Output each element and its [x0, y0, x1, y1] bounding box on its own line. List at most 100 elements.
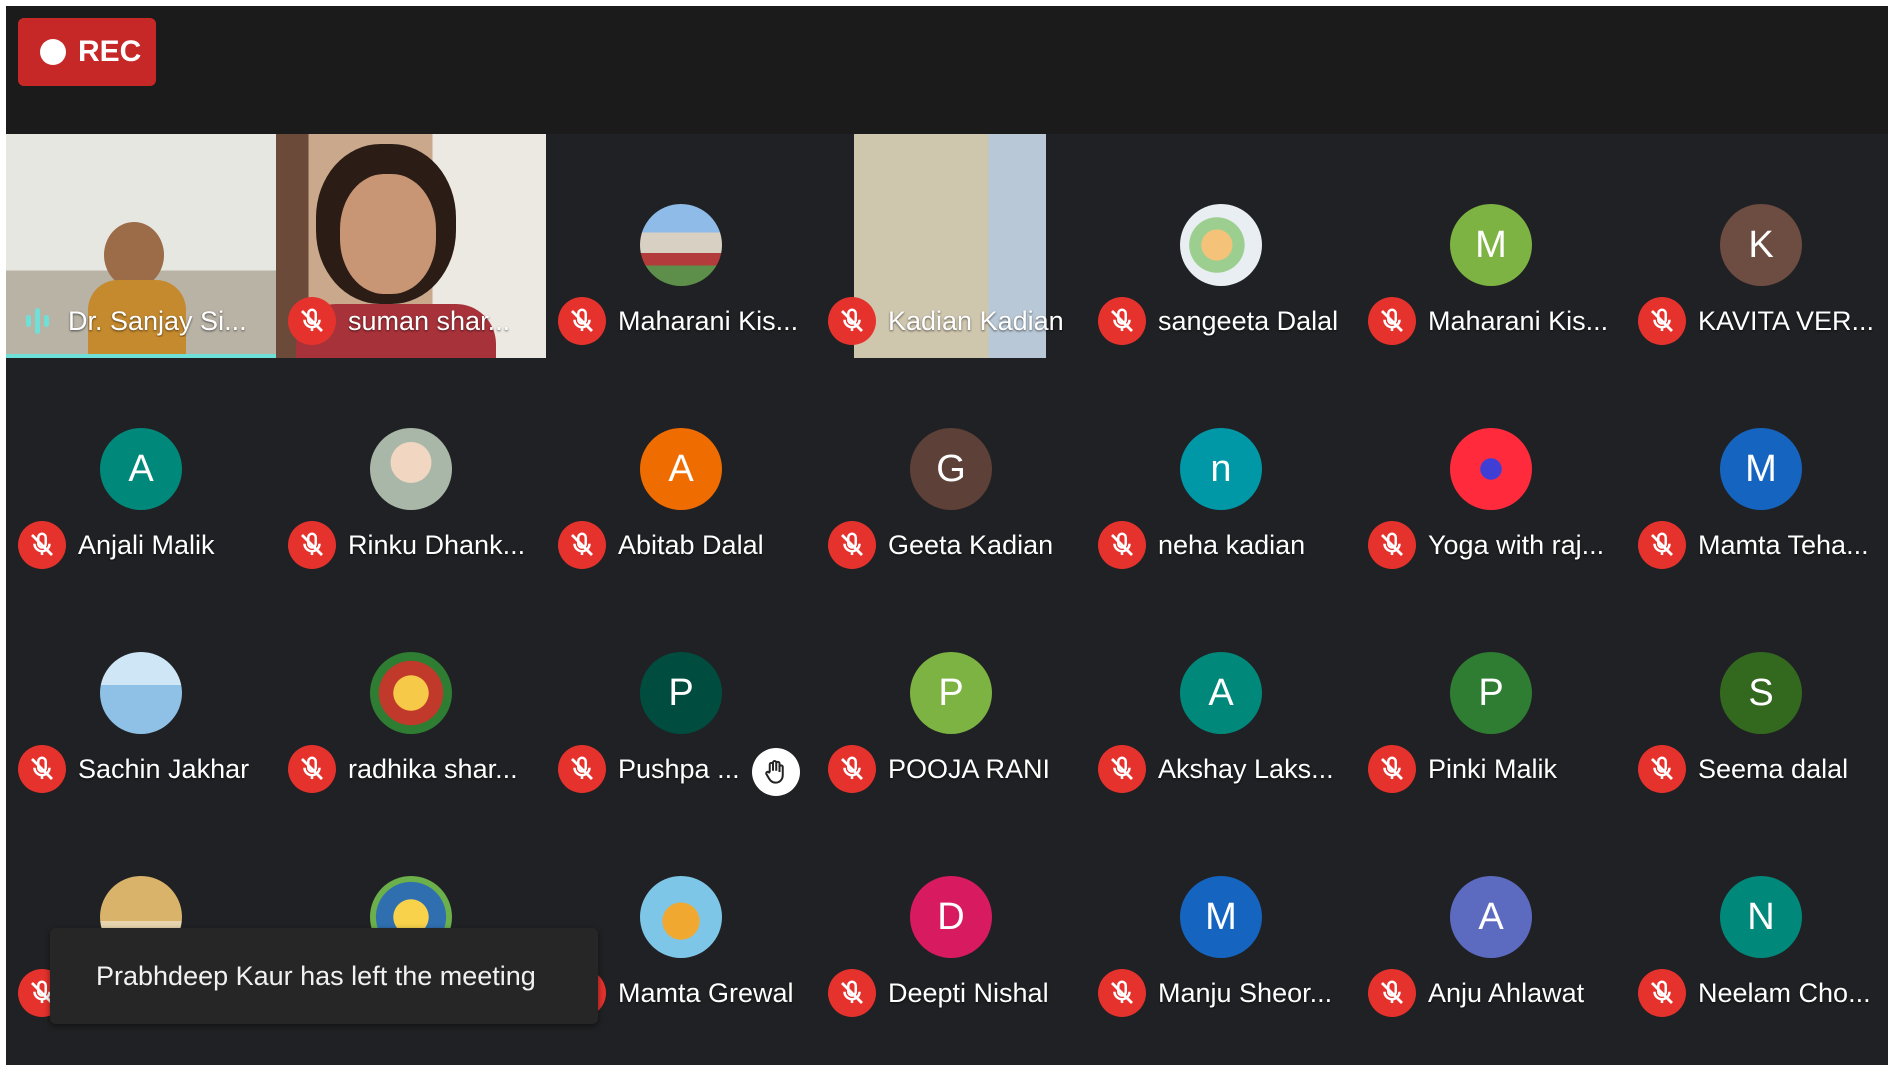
participant-tile[interactable]: M Mamta Teha...	[1626, 358, 1888, 582]
avatar: M	[1720, 428, 1802, 510]
mic-off-icon	[288, 297, 336, 345]
participant-name: KAVITA VER...	[1698, 305, 1875, 336]
participant-tile[interactable]: P POOJA RANI	[816, 582, 1086, 806]
mic-off-icon	[558, 521, 606, 569]
mic-off-icon	[828, 521, 876, 569]
participant-tile[interactable]: A Anjali Malik	[6, 358, 276, 582]
participant-name: Maharani Kis...	[1428, 305, 1609, 336]
participant-tile[interactable]: Sachin Jakhar	[6, 582, 276, 806]
participant-tile[interactable]: Yoga with raj...	[1356, 358, 1626, 582]
mic-off-icon	[1098, 969, 1146, 1017]
mic-off-icon	[18, 745, 66, 793]
participant-name: Maharani Kis...	[618, 305, 799, 336]
avatar	[100, 652, 182, 734]
participant-label: neha kadian	[1098, 520, 1354, 570]
participant-label: Maharani Kis...	[558, 296, 814, 346]
avatar: A	[640, 428, 722, 510]
participant-tile[interactable]: G Geeta Kadian	[816, 358, 1086, 582]
participant-label: Neelam Cho...	[1638, 968, 1888, 1018]
participant-label: Anju Ahlawat	[1368, 968, 1624, 1018]
mic-off-icon	[288, 745, 336, 793]
avatar: M	[1450, 204, 1532, 286]
participant-name: neha kadian	[1158, 529, 1306, 560]
mic-off-icon	[1368, 745, 1416, 793]
participant-tile[interactable]: P Pinki Malik	[1356, 582, 1626, 806]
participant-tile[interactable]: A Anju Ahlawat	[1356, 806, 1626, 1030]
participant-tile[interactable]: Kadian Kadian	[816, 134, 1086, 358]
participant-name: Mamta Grewal	[618, 977, 794, 1008]
avatar: G	[910, 428, 992, 510]
avatar: K	[1720, 204, 1802, 286]
participant-name: Sachin Jakhar	[78, 753, 250, 784]
recording-indicator: REC	[18, 18, 156, 86]
participant-tile[interactable]: Dr. Sanjay Si...	[6, 134, 276, 358]
participant-name: Pinki Malik	[1428, 753, 1558, 784]
participant-tile[interactable]: M Manju Sheor...	[1086, 806, 1356, 1030]
meeting-window: REC Dr. Sanjay Si... suman shar... Maharan…	[6, 6, 1888, 1065]
participant-tile[interactable]: suman shar...	[276, 134, 546, 358]
participant-label: Geeta Kadian	[828, 520, 1084, 570]
participant-tile[interactable]: D Deepti Nishal	[816, 806, 1086, 1030]
participant-name: Anju Ahlawat	[1428, 977, 1585, 1008]
participant-name: Dr. Sanjay Si...	[68, 305, 247, 336]
mic-off-icon	[1368, 297, 1416, 345]
avatar	[370, 652, 452, 734]
participant-label: Rinku Dhank...	[288, 520, 544, 570]
participant-name: Manju Sheor...	[1158, 977, 1333, 1008]
participant-name: Kadian Kadian	[888, 305, 1064, 336]
record-dot-icon	[40, 39, 66, 65]
participant-tile[interactable]: S Seema dalal	[1626, 582, 1888, 806]
participant-label: Yoga with raj...	[1368, 520, 1624, 570]
mic-off-icon	[1638, 745, 1686, 793]
participant-tile[interactable]: A Abitab Dalal	[546, 358, 816, 582]
participant-tile[interactable]: radhika shar...	[276, 582, 546, 806]
participant-label: Deepti Nishal	[828, 968, 1084, 1018]
participant-name: Anjali Malik	[78, 529, 215, 560]
mic-off-icon	[828, 297, 876, 345]
participant-label: POOJA RANI	[828, 744, 1084, 794]
participant-label: Akshay Laks...	[1098, 744, 1354, 794]
notification-toast: Prabhdeep Kaur has left the meeting	[50, 928, 598, 1024]
participant-tile[interactable]: n neha kadian	[1086, 358, 1356, 582]
participant-name: Akshay Laks...	[1158, 753, 1334, 784]
avatar: N	[1720, 876, 1802, 958]
avatar: P	[1450, 652, 1532, 734]
mic-off-icon	[1638, 521, 1686, 569]
avatar	[370, 428, 452, 510]
participant-tile[interactable]: Rinku Dhank...	[276, 358, 546, 582]
participant-tile[interactable]: P Pushpa ...	[546, 582, 816, 806]
avatar: A	[100, 428, 182, 510]
mic-off-icon	[828, 745, 876, 793]
participant-tile[interactable]: M Maharani Kis...	[1356, 134, 1626, 358]
participant-label: suman shar...	[288, 296, 544, 346]
participant-name: Deepti Nishal	[888, 977, 1049, 1008]
participant-name: Seema dalal	[1698, 753, 1849, 784]
participant-label: sangeeta Dalal	[1098, 296, 1354, 346]
participant-label: Pinki Malik	[1368, 744, 1624, 794]
participant-label: Maharani Kis...	[1368, 296, 1624, 346]
toast-message: Prabhdeep Kaur has left the meeting	[96, 960, 536, 991]
participant-tile[interactable]: sangeeta Dalal	[1086, 134, 1356, 358]
avatar: M	[1180, 876, 1262, 958]
participant-tile[interactable]: Maharani Kis...	[546, 134, 816, 358]
participant-tile[interactable]: K KAVITA VER...	[1626, 134, 1888, 358]
top-bar: REC	[6, 6, 1888, 134]
participant-tile[interactable]: A Akshay Laks...	[1086, 582, 1356, 806]
mic-off-icon	[1638, 297, 1686, 345]
participant-tile[interactable]: N Neelam Cho...	[1626, 806, 1888, 1030]
participant-label: Seema dalal	[1638, 744, 1888, 794]
avatar	[1450, 428, 1532, 510]
avatar: n	[1180, 428, 1262, 510]
participant-label: Dr. Sanjay Si...	[18, 296, 274, 346]
participant-name: Geeta Kadian	[888, 529, 1054, 560]
participant-name: sangeeta Dalal	[1158, 305, 1339, 336]
mic-off-icon	[1638, 969, 1686, 1017]
avatar: A	[1180, 652, 1262, 734]
mic-off-icon	[18, 521, 66, 569]
participant-label: Sachin Jakhar	[18, 744, 274, 794]
participant-label: Manju Sheor...	[1098, 968, 1354, 1018]
participant-label: Anjali Malik	[18, 520, 274, 570]
audio-level-icon	[18, 297, 56, 345]
participant-name: Abitab Dalal	[618, 529, 764, 560]
avatar: S	[1720, 652, 1802, 734]
